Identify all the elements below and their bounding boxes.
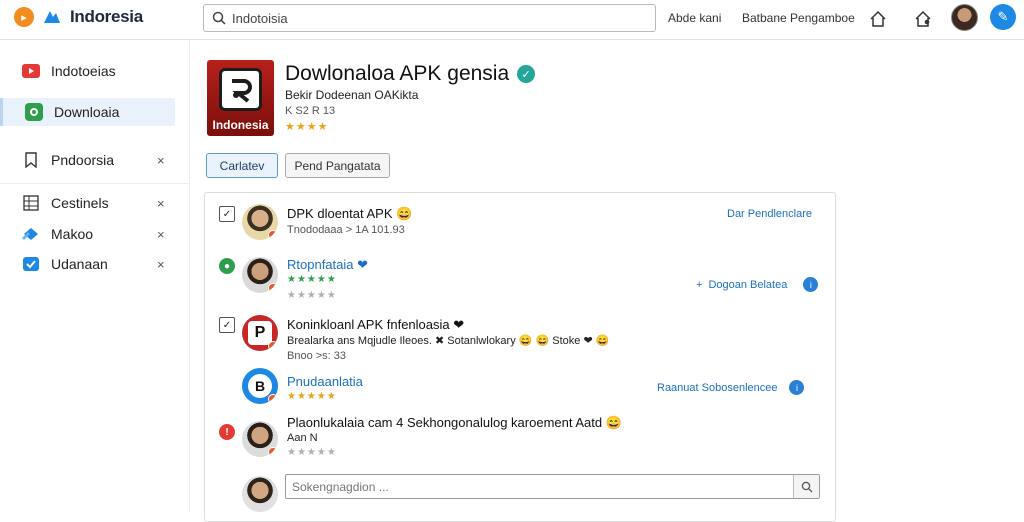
avatar bbox=[242, 257, 278, 293]
grid-icon bbox=[22, 194, 40, 212]
brand[interactable]: ▸ Indoresia bbox=[14, 7, 143, 27]
app-icon-caption: Indonesia bbox=[212, 118, 269, 132]
row-action-link[interactable]: Dar Pendlenclare bbox=[727, 208, 812, 220]
sidebar-item-downloaia[interactable]: Downloaia bbox=[0, 98, 175, 126]
app-title: Dowlonaloa APK gensia ✓ bbox=[285, 62, 536, 86]
rating-stars: ★★★★★ bbox=[287, 391, 337, 402]
row-subtitle: Aan N bbox=[287, 432, 318, 444]
comment-box[interactable] bbox=[285, 474, 820, 499]
search-bar[interactable] bbox=[203, 4, 656, 32]
rating-stars: ★★★★★ bbox=[287, 290, 337, 301]
info-icon[interactable]: i bbox=[789, 380, 805, 395]
top-link-2[interactable]: Batbane Pengamboe bbox=[742, 11, 855, 25]
avatar bbox=[242, 204, 278, 240]
sidebar-item-label: Pndoorsia bbox=[51, 152, 115, 168]
row-title: Koninkloanl APK fnfenloasia ❤ bbox=[287, 317, 465, 332]
sidebar-item-label: Cestinels bbox=[51, 195, 109, 211]
edit-icon[interactable]: ✎ bbox=[990, 4, 1016, 30]
verified-icon: ✓ bbox=[517, 65, 536, 83]
app-title-text: Dowlonaloa APK gensia bbox=[285, 62, 510, 85]
row-action-label: Raanuat Sobosenlencee bbox=[657, 381, 778, 394]
row-action-link[interactable]: + Dogoan Belatea i bbox=[696, 277, 819, 292]
sidebar-item-label: Indotoeias bbox=[51, 63, 116, 79]
home-icon[interactable] bbox=[867, 8, 889, 30]
app-subtitle: Bekir Dodeenan OAKikta bbox=[285, 88, 419, 102]
sidebar-item-label: Makoo bbox=[51, 226, 94, 242]
menu-circle-icon[interactable]: ▸ bbox=[14, 7, 34, 27]
android-icon bbox=[25, 103, 43, 121]
sidebar-item-label: Udanaan bbox=[51, 256, 108, 272]
sidebar: Indotoeias Downloaia Pndoorsia × Cestine… bbox=[0, 41, 190, 512]
sidebar-item-cestinels[interactable]: Cestinels × bbox=[0, 189, 175, 217]
row-title: Plaonlukalaia cam 4 Sekhongonalulog karo… bbox=[287, 415, 622, 430]
row-subtitle: Brealarka ans Mqjudle Ileoes. ✖ Sotanlwl… bbox=[287, 335, 610, 347]
app-logo-icon bbox=[219, 68, 262, 111]
app-rating-stars: ★★★★ bbox=[285, 121, 329, 133]
avatar: P bbox=[242, 315, 278, 351]
row-title: DPK dloentat APK 😄 bbox=[287, 206, 413, 221]
row-action-link[interactable]: Raanuat Sobosenlencee i bbox=[657, 380, 805, 395]
brand-title: Indoresia bbox=[70, 7, 143, 26]
sidebar-item-indotoeias[interactable]: Indotoeias bbox=[0, 57, 175, 85]
close-icon[interactable]: × bbox=[157, 153, 165, 168]
sidebar-item-makoo[interactable]: Makoo × bbox=[0, 220, 175, 248]
primary-button[interactable]: Carlatev bbox=[206, 153, 278, 178]
info-icon[interactable]: i bbox=[803, 277, 819, 292]
alert-icon: ! bbox=[219, 424, 235, 440]
avatar-letter: P bbox=[248, 321, 272, 345]
row-subtitle: Tnododaaa > 1A 101.93 bbox=[287, 224, 405, 236]
house-gear-icon[interactable] bbox=[912, 8, 934, 30]
divider bbox=[0, 183, 190, 184]
app-meta: K S2 R 13 bbox=[285, 105, 336, 117]
avatar: B bbox=[242, 368, 278, 404]
close-icon[interactable]: × bbox=[157, 227, 165, 242]
status-icon: ● bbox=[219, 258, 235, 274]
rating-stars: ★★★★★ bbox=[287, 274, 337, 285]
top-bar: ▸ Indoresia Abde kani Batbane Pengamboe … bbox=[0, 0, 1024, 40]
search-input[interactable] bbox=[232, 10, 632, 26]
brand-logo-icon bbox=[44, 11, 60, 23]
row-meta: Bnoo >s: 33 bbox=[287, 350, 347, 362]
plus-icon: + bbox=[696, 278, 703, 291]
puzzle-icon bbox=[22, 225, 40, 243]
avatar-letter: B bbox=[248, 374, 272, 398]
app-icon: Indonesia bbox=[207, 60, 274, 136]
shield-icon bbox=[22, 255, 40, 273]
search-icon[interactable] bbox=[793, 475, 819, 498]
avatar bbox=[242, 421, 278, 457]
comment-input[interactable] bbox=[286, 479, 793, 494]
avatar bbox=[242, 476, 278, 512]
bookmark-icon bbox=[22, 151, 40, 169]
row-action-label: Dogoan Belatea bbox=[708, 278, 788, 291]
rating-stars: ★★★★★ bbox=[287, 447, 337, 458]
checkbox-icon[interactable]: ✓ bbox=[219, 317, 235, 333]
row-title[interactable]: Pnudaanlatia bbox=[287, 374, 363, 389]
checkbox-icon[interactable]: ✓ bbox=[219, 206, 235, 222]
sidebar-item-label: Downloaia bbox=[54, 104, 120, 120]
search-icon bbox=[212, 11, 226, 25]
close-icon[interactable]: × bbox=[157, 196, 165, 211]
close-icon[interactable]: × bbox=[157, 257, 165, 272]
top-link-1[interactable]: Abde kani bbox=[668, 11, 721, 25]
row-title[interactable]: Rtopnfataia ❤ bbox=[287, 257, 368, 273]
secondary-button[interactable]: Pend Pangatata bbox=[285, 153, 390, 178]
sidebar-item-pndoorsia[interactable]: Pndoorsia × bbox=[0, 146, 175, 174]
play-icon bbox=[22, 62, 40, 80]
user-avatar[interactable] bbox=[951, 4, 978, 31]
sidebar-item-udanaan[interactable]: Udanaan × bbox=[0, 250, 175, 278]
